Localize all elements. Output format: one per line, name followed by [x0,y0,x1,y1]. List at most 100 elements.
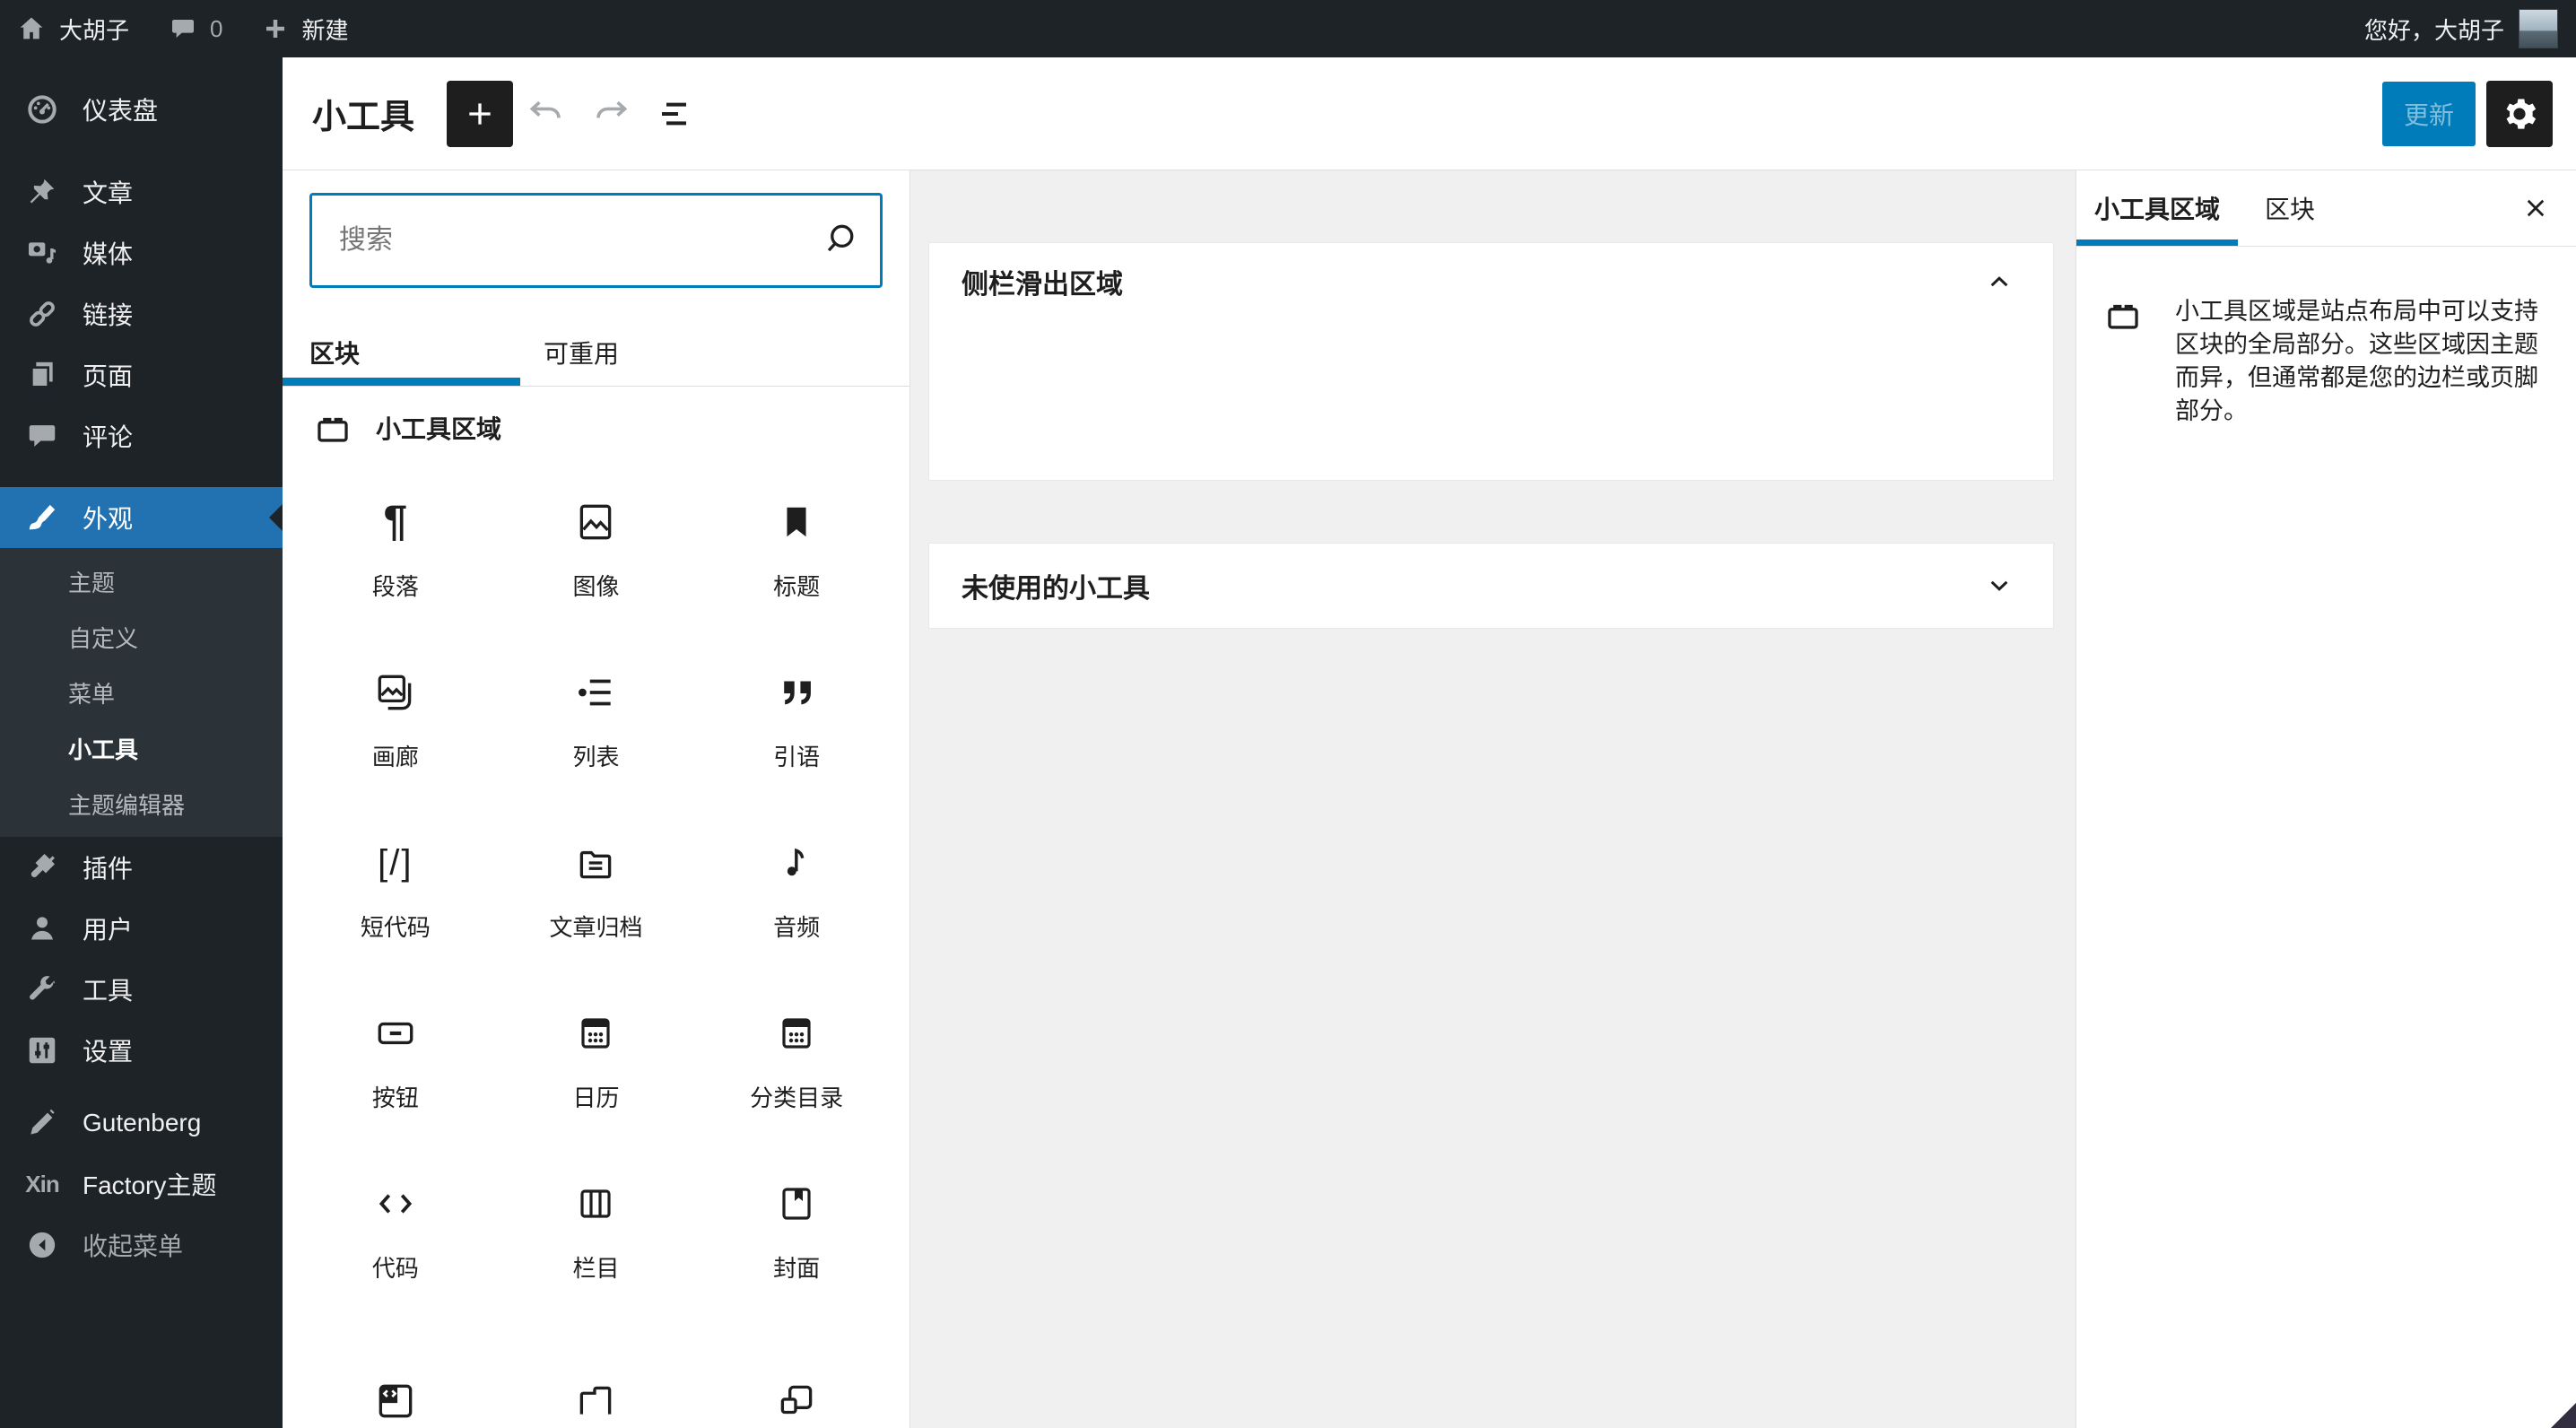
sidebar-item-label: 仪表盘 [83,97,159,125]
block-type-image[interactable]: 图像 [496,464,697,634]
button-icon [373,1008,418,1058]
block-type-paragraph[interactable]: ¶ 段落 [295,464,496,634]
block-inserter-panel: 区块 可重用 小工具区域 ¶ 段落 图像 标题 画廊 [283,170,910,1428]
wrench-icon [23,971,61,1008]
list-view-button[interactable] [644,81,707,147]
submenu-item-menus[interactable]: 菜单 [0,666,283,722]
gallery-icon [373,667,418,718]
widget-area-icon [2103,295,2143,428]
close-settings-button[interactable] [2495,170,2576,246]
block-type-heading[interactable]: 标题 [696,464,897,634]
tab-reusable[interactable]: 可重用 [520,318,619,386]
quote-icon [776,667,817,718]
dashboard-icon [23,91,61,128]
block-type-gallery[interactable]: 画廊 [295,634,496,805]
plus-icon [469,102,491,125]
sidebar-item-label: Gutenberg [83,1109,202,1136]
admin-bar-site-link[interactable]: 大胡子 [16,13,129,46]
list-view-icon [662,102,687,125]
list-icon [573,667,618,718]
sidebar-item-collapse-menu[interactable]: 收起菜单 [0,1215,283,1276]
block-type-file[interactable] [496,1316,697,1428]
brush-icon [23,499,61,536]
submenu-item-themes[interactable]: 主题 [0,555,283,611]
tab-block[interactable]: 区块 [2238,170,2342,246]
archives-icon [573,838,618,888]
current-menu-arrow [269,504,283,531]
chevron-down-icon[interactable] [1981,568,2017,604]
link-icon [23,295,61,333]
block-type-cover[interactable]: 封面 [696,1145,897,1316]
shortcode-icon: [/] [378,842,413,883]
search-input[interactable] [309,193,883,288]
block-type-button[interactable]: 按钮 [295,975,496,1145]
sidebar-item-posts[interactable]: 文章 [0,161,283,222]
admin-bar-new[interactable]: 新建 [262,13,349,46]
embed-icon [774,1376,819,1426]
widget-area-header[interactable]: 侧栏滑出区域 [929,243,2053,320]
block-type-code[interactable]: 代码 [295,1145,496,1316]
block-type-custom-html[interactable] [295,1316,496,1428]
block-type-audio[interactable]: 音频 [696,805,897,975]
block-type-columns[interactable]: 栏目 [496,1145,697,1316]
sidebar-item-settings[interactable]: 设置 [0,1020,283,1081]
block-type-calendar[interactable]: 日历 [496,975,697,1145]
tab-widget-area[interactable]: 小工具区域 [2076,170,2238,246]
tab-blocks[interactable]: 区块 [283,318,520,386]
widget-area-header[interactable]: 未使用的小工具 [929,544,2053,628]
sidebar-item-label: 外观 [83,505,134,533]
admin-bar: 大胡子 0 新建 您好，大胡子 [0,0,2576,57]
search-icon [820,220,859,259]
pushpin-icon [23,173,61,211]
redo-button[interactable] [579,81,642,147]
page-title: 小工具 [312,99,415,136]
widget-area-title: 侧栏滑出区域 [962,270,1123,300]
block-type-list[interactable]: 列表 [496,634,697,805]
sidebar-item-users[interactable]: 用户 [0,898,283,959]
cursor-artifact [2551,1403,2576,1428]
code-icon [373,1179,418,1229]
sidebar-item-plugins[interactable]: 插件 [0,837,283,898]
submenu-item-widgets[interactable]: 小工具 [0,722,283,778]
undo-button[interactable] [515,81,578,147]
greeting-text[interactable]: 您好，大胡子 [2364,13,2504,46]
file-icon [573,1376,618,1426]
admin-sidebar: 仪表盘 文章 媒体 链接 页面 评论 外观 主题 自定义 菜单 小工具 主题编辑… [0,57,283,1428]
plugin-icon [23,849,61,886]
sidebar-item-comments[interactable]: 评论 [0,405,283,466]
block-type-quote[interactable]: 引语 [696,634,897,805]
close-icon [2527,199,2545,217]
sidebar-item-label: 文章 [83,179,134,207]
widget-area-sidebar-slideout: 侧栏滑出区域 [928,242,2054,481]
block-type-embed[interactable] [696,1316,897,1428]
widget-area-icon [313,408,352,448]
collapse-circle-icon [23,1226,61,1264]
update-button[interactable]: 更新 [2381,81,2476,146]
sidebar-item-label: 链接 [83,301,134,329]
submenu-item-customize[interactable]: 自定义 [0,611,283,666]
editor-canvas: 侧栏滑出区域 未使用的小工具 [910,170,2076,1428]
media-icon [23,234,61,272]
chevron-up-icon[interactable] [1981,264,2017,300]
widget-area-description: 小工具区域是站点布局中可以支持区块的全局部分。这些区域因主题而异，但通常都是您的… [2175,298,2538,424]
sidebar-item-media[interactable]: 媒体 [0,222,283,283]
block-inserter-toggle-button[interactable] [447,80,514,147]
settings-tabs: 小工具区域 区块 [2076,170,2576,247]
sidebar-item-pages[interactable]: 页面 [0,344,283,405]
block-type-categories[interactable]: 分类目录 [696,975,897,1145]
block-type-shortcode[interactable]: [/] 短代码 [295,805,496,975]
submenu-item-theme-editor[interactable]: 主题编辑器 [0,778,283,833]
sidebar-item-gutenberg[interactable]: Gutenberg [0,1093,283,1154]
categories-icon [775,1008,818,1058]
sidebar-item-links[interactable]: 链接 [0,283,283,344]
sidebar-item-dashboard[interactable]: 仪表盘 [0,79,283,140]
editor-header: 小工具 更新 [283,57,2576,170]
settings-toggle-button[interactable] [2486,80,2553,147]
sidebar-item-appearance[interactable]: 外观 [0,487,283,548]
block-type-archives[interactable]: 文章归档 [496,805,697,975]
sliders-icon [23,1032,61,1069]
admin-bar-comments[interactable]: 0 [169,14,222,43]
avatar[interactable] [2519,9,2558,48]
sidebar-item-xin-factory-theme[interactable]: Xin Factory主题 [0,1154,283,1215]
sidebar-item-tools[interactable]: 工具 [0,959,283,1020]
